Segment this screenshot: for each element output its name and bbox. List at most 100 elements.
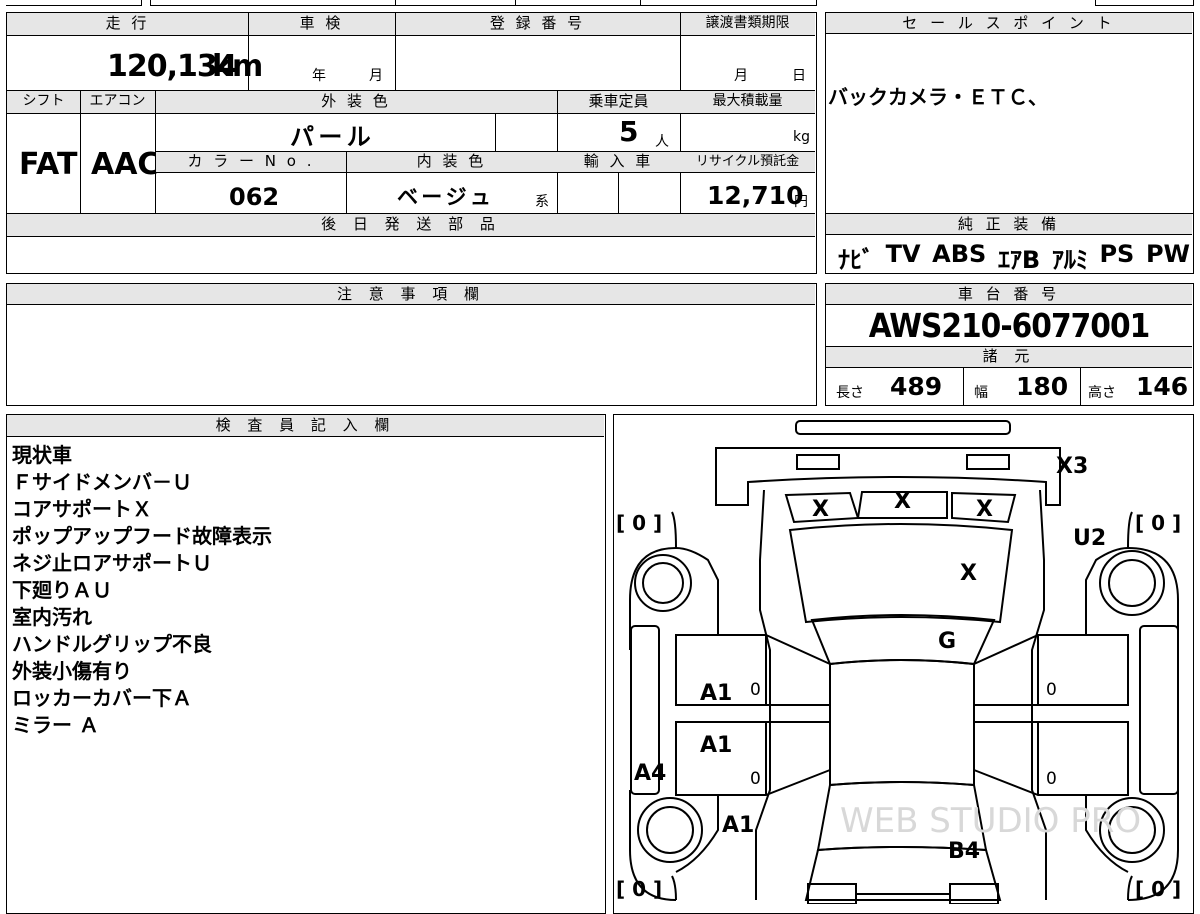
color-no-header: カ ラ ー N o . [156, 152, 346, 172]
left-fender-front [675, 546, 719, 636]
inspector-line: ミラー Ａ [12, 713, 99, 737]
car-diagram: WEB STUDIO PRO [ 0 ] [ 0 ] [ 0 ] [ 0 ] X… [616, 419, 1181, 904]
inspector-line: ネジ止ロアサポートＵ [12, 551, 212, 575]
inspector-line: ロッカーカバー下Ａ [12, 686, 192, 710]
tire-rr-label: [ 0 ] [1135, 877, 1181, 901]
mark-u2: U2 [1073, 526, 1106, 551]
deadline-header: 譲渡書類期限 [680, 13, 815, 35]
hood [788, 522, 1013, 623]
inspector-line: Ｆサイドメンバ－Ｕ [12, 470, 192, 494]
color-no-value: 062 [229, 183, 280, 211]
inspector-line: 外装小傷有り [12, 659, 132, 683]
equipment-airbag: ｴｱB [997, 246, 1041, 274]
recycle-unit: 円 [794, 194, 808, 210]
chassis-header: 車 台 番 号 [826, 284, 1192, 305]
inspector-notes: 現状車 Ｆサイドメンバ－Ｕ コアサポートＸ ポップアップフード故障表示 ネジ止ロ… [12, 442, 272, 739]
width-label: 幅 [974, 385, 988, 401]
car-diagram-box: WEB STUDIO PRO [ 0 ] [ 0 ] [ 0 ] [ 0 ] X… [613, 414, 1194, 914]
right-rocker [1138, 624, 1179, 795]
chassis-number: AWS210-6077001 [868, 306, 1151, 345]
right-fender-front [1084, 546, 1128, 636]
inspector-line: ポップアップフード故障表示 [12, 524, 272, 548]
front-light-right [965, 453, 1010, 470]
equipment-pw: PW [1145, 240, 1190, 268]
shift-header: シフト [7, 91, 80, 113]
exterior-header: 外 装 色 [155, 91, 557, 113]
deadline-day: 日 [792, 68, 806, 84]
sales-point-box: セ ー ル ス ポ イ ン ト バックカメラ・ＥＴＣ、 [825, 12, 1194, 214]
front-light-left [795, 453, 840, 470]
mark-a1-rear-door: A1 [700, 733, 732, 758]
notes-header: 注 意 事 項 欄 [7, 284, 815, 305]
door-zero-rl: 0 [750, 769, 761, 789]
mark-a1-rear: A1 [722, 813, 754, 838]
mileage-header: 走 行 [7, 13, 248, 35]
deadline-month: 月 [734, 68, 748, 84]
equipment-header: 純 正 装 備 [826, 214, 1192, 235]
max-load-header: 最大積載量 [680, 91, 815, 113]
height-value: 146 [1136, 372, 1189, 401]
mark-hood-x: X [960, 561, 977, 586]
inspector-header: 検 査 員 記 入 欄 [7, 415, 604, 437]
inspector-line: コアサポートＸ [12, 497, 152, 521]
equipment-ps: PS [1099, 240, 1135, 268]
max-load-unit: kg [793, 129, 810, 145]
capacity-value: 5 [619, 115, 639, 148]
import-header: 輸 入 車 [557, 152, 680, 172]
chassis-box: 車 台 番 号 AWS210-6077001 諸 元 長さ 489 幅 180 … [825, 283, 1194, 406]
spec-header: 諸 元 [826, 347, 1192, 367]
width-value: 180 [1016, 372, 1069, 401]
mark-a4: A4 [634, 761, 666, 786]
recycle-value: 12,710 [707, 181, 804, 210]
tire-fr-label: [ 0 ] [1135, 511, 1181, 535]
capacity-unit: 人 [655, 134, 669, 150]
notes-box: 注 意 事 項 欄 [6, 283, 817, 406]
equipment-tv: TV [885, 240, 921, 268]
mark-x3: X3 [1056, 454, 1088, 479]
capacity-header: 乗車定員 [557, 91, 680, 113]
windshield [810, 613, 995, 665]
inspector-box: 検 査 員 記 入 欄 現状車 Ｆサイドメンバ－Ｕ コアサポートＸ ポップアップ… [6, 414, 606, 914]
svg-text:WEB STUDIO PRO: WEB STUDIO PRO [840, 801, 1141, 841]
equipment-list: ﾅﾋﾞ TV ABS ｴｱB ｱﾙﾐ PS PW [838, 240, 1190, 275]
shift-value: FAT [19, 147, 78, 182]
height-label: 高さ [1088, 385, 1116, 401]
mileage-unit: km [212, 49, 264, 84]
tire-rl-label: [ 0 ] [616, 877, 662, 901]
length-label: 長さ [836, 385, 864, 401]
shaken-header: 車 検 [248, 13, 395, 35]
mark-b4: B4 [948, 839, 980, 864]
door-zero-fr: 0 [1046, 680, 1057, 700]
mark-g: G [938, 629, 956, 654]
aircon-header: エアコン [80, 91, 155, 113]
sales-point-header: セ ー ル ス ポ イ ン ト [826, 13, 1192, 34]
inspector-line: 現状車 [12, 443, 72, 467]
equipment-box: 純 正 装 備 ﾅﾋﾞ TV ABS ｴｱB ｱﾙﾐ PS PW [825, 213, 1194, 274]
equipment-navi: ﾅﾋﾞ [838, 246, 874, 274]
length-value: 489 [890, 372, 943, 401]
inspector-line: 下廻りＡＵ [12, 578, 112, 602]
shaken-month: 月 [369, 68, 383, 84]
recycle-header: リサイクル預託金 [680, 152, 815, 172]
door-zero-fl: 0 [750, 680, 761, 700]
shaken-year: 年 [312, 68, 326, 84]
inspector-line: 室内汚れ [12, 605, 92, 629]
equipment-abs: ABS [932, 240, 987, 268]
mark-x-right: X [976, 497, 993, 522]
interior-value: ベ ー ジ ュ [397, 185, 491, 209]
interior-header: 内 装 色 [346, 152, 557, 172]
inspector-line: ハンドルグリップ不良 [12, 632, 212, 656]
aircon-value: AAC [91, 147, 160, 182]
tire-fl-label: [ 0 ] [616, 511, 662, 535]
interior-suffix: 系 [535, 194, 549, 210]
registration-header: 登 録 番 号 [395, 13, 680, 35]
roof [828, 658, 975, 786]
mark-x-left: X [812, 497, 829, 522]
door-zero-rr: 0 [1046, 769, 1057, 789]
sales-point-text: バックカメラ・ＥＴＣ、 [828, 85, 1048, 109]
mark-x-center: X [894, 489, 911, 514]
mark-a1-front-door: A1 [700, 681, 732, 706]
vehicle-info-table: 走 行 車 検 登 録 番 号 譲渡書類期限 120,134 km 年 月 月 … [6, 12, 817, 274]
parts-later-header: 後 日 発 送 部 品 [7, 214, 815, 236]
front-bumper-strip [794, 419, 1011, 435]
